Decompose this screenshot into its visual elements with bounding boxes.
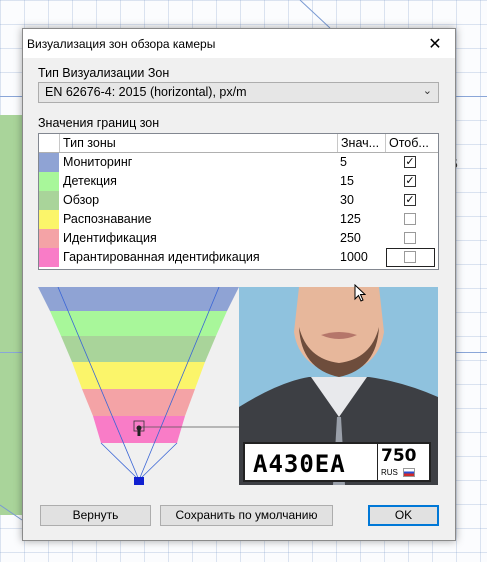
display-checkbox-checked[interactable]: ✓ — [404, 156, 416, 168]
table-row[interactable]: Обзор 30 ✓ — [39, 191, 438, 210]
zone-value[interactable]: 250 — [340, 231, 361, 245]
bounds-label: Значения границ зон — [38, 116, 160, 130]
zone-name: Идентификация — [63, 231, 157, 245]
mouse-cursor-icon — [354, 284, 366, 302]
fov-line-inner-right — [138, 442, 178, 481]
zone-name: Мониторинг — [63, 155, 133, 169]
zone-band-recognition — [72, 362, 205, 389]
type-label: Тип Визуализации Зон — [38, 66, 170, 80]
display-checkbox[interactable] — [404, 251, 416, 263]
zone-value[interactable]: 125 — [340, 212, 361, 226]
table-row[interactable]: Распознавание 125 — [39, 210, 438, 229]
dialog-title: Визуализация зон обзора камеры — [27, 37, 216, 51]
plate-number: A430EA — [253, 450, 346, 478]
zone-name: Обзор — [63, 193, 100, 207]
zone-color-swatch[interactable] — [39, 191, 59, 210]
header-zone-type[interactable]: Тип зоны — [60, 134, 338, 152]
display-checkbox[interactable] — [404, 213, 416, 225]
zone-name: Детекция — [63, 174, 117, 188]
zone-value[interactable]: 15 — [340, 174, 354, 188]
zone-color-swatch[interactable] — [39, 248, 59, 267]
zone-band-monitoring — [38, 287, 239, 311]
zone-value[interactable]: 5 — [340, 155, 347, 169]
flag-icon — [403, 468, 415, 477]
visualization-type-select[interactable]: EN 62676-4: 2015 (horizontal), px/m ⌄ — [38, 82, 439, 103]
camera-icon — [134, 477, 144, 485]
header-value[interactable]: Знач... — [338, 134, 386, 152]
person-icon — [136, 425, 142, 431]
zone-table: Тип зоны Знач... Отоб... Мониторинг 5 ✓ Дет… — [38, 133, 439, 270]
zone-name: Распознавание — [63, 212, 152, 226]
header-color-column[interactable] — [39, 134, 60, 152]
zone-name: Гарантированная идентификация — [63, 250, 260, 264]
face-sample-image: A430EA 750 RUS — [239, 287, 438, 485]
table-row[interactable]: Гарантированная идентификация 1000 — [39, 248, 438, 267]
zone-preview: A430EA 750 RUS — [38, 287, 438, 485]
plate-region: 750 — [381, 446, 417, 466]
save-default-button[interactable]: Сохранить по умолчанию — [160, 505, 333, 526]
zone-color-swatch[interactable] — [39, 210, 59, 229]
person-icon-body — [137, 430, 141, 436]
zone-color-swatch[interactable] — [39, 172, 59, 191]
ok-button[interactable]: OK — [368, 505, 439, 526]
plate-divider — [377, 444, 378, 480]
zone-color-swatch[interactable] — [39, 229, 59, 248]
fov-line-inner-left — [100, 442, 140, 481]
header-display[interactable]: Отоб... — [386, 134, 438, 152]
zone-pyramid-diagram — [38, 287, 239, 485]
reset-button[interactable]: Вернуть — [40, 505, 151, 526]
visualization-type-value: EN 62676-4: 2015 (horizontal), px/m — [45, 85, 247, 99]
table-row[interactable]: Идентификация 250 — [39, 229, 438, 248]
chevron-down-icon[interactable]: ⌄ — [423, 84, 432, 97]
camera-zone-dialog: Визуализация зон обзора камеры ✕ Тип Виз… — [22, 28, 456, 541]
table-header: Тип зоны Знач... Отоб... — [39, 134, 438, 153]
zone-value[interactable]: 30 — [340, 193, 354, 207]
display-checkbox-checked[interactable]: ✓ — [404, 194, 416, 206]
zone-band-identification — [82, 389, 195, 416]
plate-country: RUS — [381, 468, 398, 477]
table-row[interactable]: Мониторинг 5 ✓ — [39, 153, 438, 172]
license-plate: A430EA 750 RUS — [243, 442, 431, 482]
title-bar[interactable]: Визуализация зон обзора камеры ✕ — [23, 29, 455, 58]
display-checkbox[interactable] — [404, 232, 416, 244]
zone-color-swatch[interactable] — [39, 153, 59, 172]
close-icon[interactable]: ✕ — [415, 29, 455, 58]
display-checkbox-checked[interactable]: ✓ — [404, 175, 416, 187]
table-row[interactable]: Детекция 15 ✓ — [39, 172, 438, 191]
zone-value[interactable]: 1000 — [340, 250, 368, 264]
